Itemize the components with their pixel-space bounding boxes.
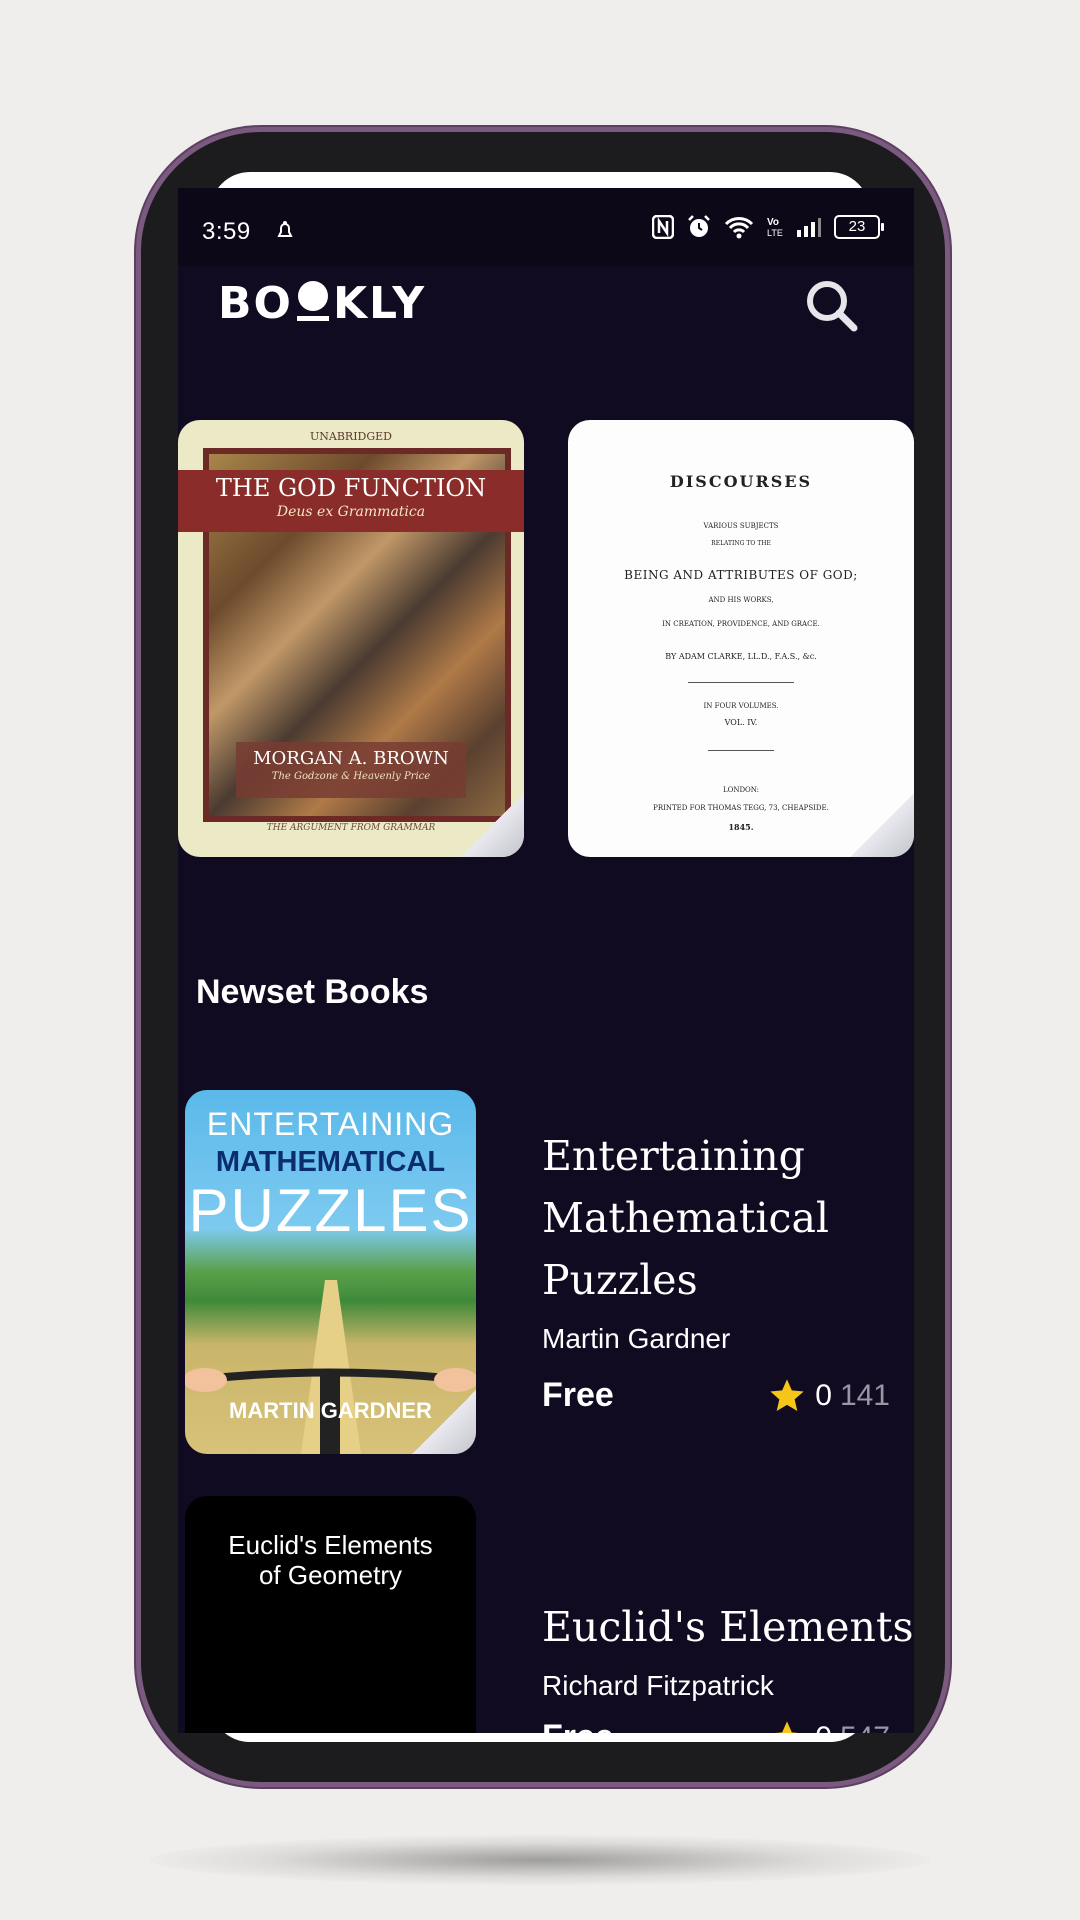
alarm-icon [688,215,710,237]
logo-text: BO [218,278,293,329]
book-price: Free [542,1376,614,1414]
book-price: Free [542,1718,614,1733]
logo-text: KLY [332,278,427,329]
cover-tagline: The Godzone & Heavenly Price [271,771,431,782]
svg-text:LTE: LTE [767,228,783,238]
notification-icon [277,221,293,237]
cover-line: AND HIS WORKS, [708,596,774,604]
book-cover[interactable]: Euclid's Elements of Geometry [185,1496,476,1733]
rating-value: 0 [815,1379,832,1412]
cover-author-band: MORGAN A. BROWN The Godzone & Heavenly P… [236,742,466,798]
search-icon[interactable] [802,276,862,336]
cover-line: BY ADAM CLARKE, LL.D., F.A.S., &c. [665,652,817,661]
book-rating: 0 141 [767,1376,890,1416]
book-title[interactable]: Euclid's Elements [542,1596,914,1658]
logo-pin-icon [296,281,329,321]
cover-line: ENTERTAINING [206,1106,455,1142]
battery-icon: 23 [834,215,884,239]
featured-book-cover[interactable]: DISCOURSES VARIOUS SUBJECTS RELATING TO … [568,420,914,857]
star-icon [775,1721,799,1733]
cover-line: IN FOUR VOLUMES. [703,702,779,710]
cover-line: MATHEMATICAL [215,1146,446,1178]
signal-icon [797,218,821,237]
cover-line: of Geometry [258,1560,403,1590]
page-curl [460,793,524,857]
status-bar: 3:59 Vo LTE 23 [178,188,914,266]
cover-top-label: UNABRIDGED [309,430,392,443]
cover-line: Euclid's Elements [228,1530,433,1560]
cover-author: MORGAN A. BROWN [253,748,449,769]
cover-line: VOL. IV. [724,718,758,727]
cover-divider [688,682,794,683]
cover-line: RELATING TO THE [711,540,771,547]
book-title[interactable]: Entertaining Mathematical Puzzles [542,1125,902,1311]
rating-count: 547 [840,1721,890,1733]
app-logo: BO KLY [218,278,426,329]
app-screen: 3:59 Vo LTE 23 BO KLY UNABRIDGED THE GOD… [178,188,914,1733]
cover-title-band: THE GOD FUNCTION Deus ex Grammatica [178,470,524,532]
status-icons: Vo LTE 23 [652,214,884,240]
book-cover[interactable]: ENTERTAINING MATHEMATICAL PUZZLES MARTIN… [185,1090,476,1454]
volte-icon: Vo LTE [767,217,783,238]
cover-title: DISCOURSES [669,472,813,491]
cover-line: IN CREATION, PROVIDENCE, AND GRACE. [662,620,820,628]
page-curl [412,1390,476,1454]
cover-line: PUZZLES [188,1177,473,1244]
nfc-icon [652,215,674,239]
featured-book-cover[interactable]: UNABRIDGED THE GOD FUNCTION Deus ex Gram… [178,420,524,857]
status-time: 3:59 [202,218,251,245]
book-author: Richard Fitzpatrick [542,1670,774,1701]
phone-shadow [150,1835,930,1885]
wifi-icon [724,217,754,239]
cover-subtitle: Deus ex Grammatica [276,504,426,520]
svg-text:Vo: Vo [767,217,779,228]
rating-count: 141 [839,1379,890,1412]
book-rating: 0 547 [767,1718,890,1733]
page-curl [850,793,914,857]
section-title: Newset Books [196,973,429,1011]
book-author: Martin Gardner [542,1323,731,1354]
cover-line: BEING AND ATTRIBUTES OF GOD; [624,568,858,582]
star-icon [770,1379,804,1411]
rating-value: 0 [815,1721,832,1733]
cover-title: THE GOD FUNCTION [215,474,487,502]
cover-line: VARIOUS SUBJECTS [703,522,779,530]
cover-divider [708,750,774,751]
